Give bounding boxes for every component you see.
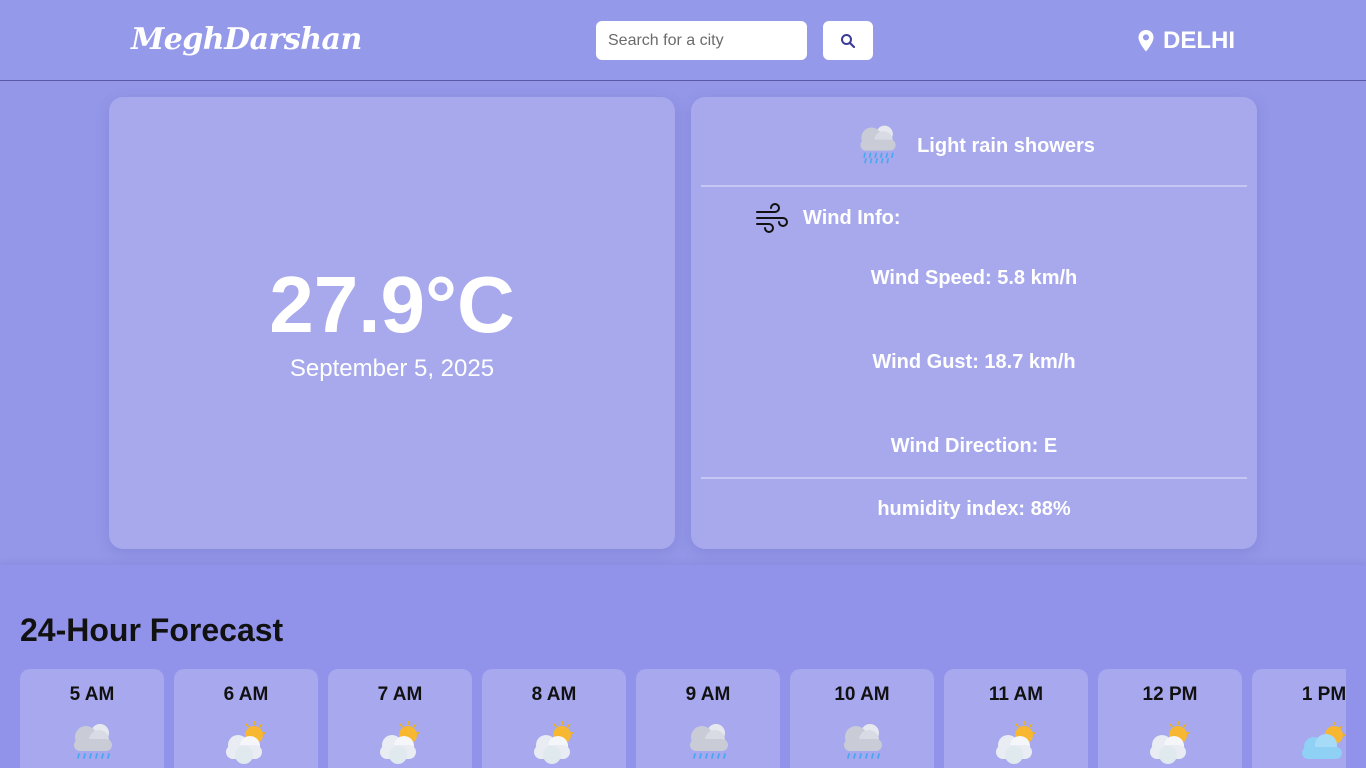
weather-details-card: Light rain showers Wind Info: Wind Speed… <box>691 97 1257 549</box>
city-search-input[interactable] <box>596 21 807 60</box>
search-button[interactable] <box>823 21 873 60</box>
wind-info-header: Wind Info: <box>755 201 901 235</box>
current-temperature: 27.9°C <box>269 260 515 349</box>
location-name: DELHI <box>1163 27 1235 54</box>
wind-gust: Wind Gust: 18.7 km/h <box>872 351 1076 373</box>
rain-cloud-icon <box>860 125 896 164</box>
humidity-index: humidity index: 88% <box>877 498 1071 520</box>
app-header: MeghDarshan DELHI <box>0 0 1366 81</box>
hour-card[interactable]: 8 AM <box>482 669 626 768</box>
partly-sunny-icon <box>1149 720 1191 765</box>
hour-label: 10 AM <box>834 684 890 705</box>
wind-speed: Wind Speed: 5.8 km/h <box>870 267 1078 289</box>
wind-info-title: Wind Info: <box>803 206 901 229</box>
partly-sunny-icon <box>225 720 267 765</box>
rain-cloud-icon <box>843 723 883 759</box>
hour-card[interactable]: 1 PM <box>1252 669 1346 768</box>
sun-behind-cloud-icon <box>1301 721 1346 760</box>
divider <box>701 185 1247 187</box>
hour-label: 7 AM <box>377 684 423 705</box>
hour-label: 9 AM <box>685 684 731 705</box>
app-logo[interactable]: MeghDarshan <box>131 22 362 57</box>
current-date: September 5, 2025 <box>289 355 495 382</box>
hour-label: 8 AM <box>531 684 577 705</box>
wind-icon <box>756 203 788 233</box>
condition-text: Light rain showers <box>917 134 1095 157</box>
hour-card[interactable]: 5 AM <box>20 669 164 768</box>
wind-direction: Wind Direction: E <box>890 435 1058 457</box>
hour-card[interactable]: 10 AM <box>790 669 934 768</box>
search-icon <box>841 33 856 48</box>
current-weather-card: 27.9°C September 5, 2025 <box>109 97 675 549</box>
hour-label: 5 AM <box>69 684 115 705</box>
partly-sunny-icon <box>533 720 575 765</box>
partly-sunny-icon <box>995 720 1037 765</box>
hour-card[interactable]: 12 PM <box>1098 669 1242 768</box>
hourly-forecast-strip[interactable]: 5 AM 6 AM 7 AM 8 AM 9 AM 10 AM 11 AM 12 PM 1 PM <box>0 669 1346 768</box>
current-location: DELHI <box>1137 27 1235 55</box>
condition-row: Light rain showers <box>691 121 1257 171</box>
divider <box>701 477 1247 479</box>
hour-label: 11 AM <box>988 684 1044 705</box>
hour-label: 6 AM <box>223 684 269 705</box>
forecast-title: 24-Hour Forecast <box>20 612 284 648</box>
hour-card[interactable]: 6 AM <box>174 669 318 768</box>
rain-cloud-icon <box>689 723 729 759</box>
partly-sunny-icon <box>379 720 421 765</box>
location-pin-icon <box>1138 30 1154 52</box>
hour-card[interactable]: 9 AM <box>636 669 780 768</box>
hour-card[interactable]: 11 AM <box>944 669 1088 768</box>
hour-card[interactable]: 7 AM <box>328 669 472 768</box>
hour-label: 1 PM <box>1301 684 1346 705</box>
rain-cloud-icon <box>73 723 113 759</box>
hour-label: 12 PM <box>1142 684 1198 705</box>
